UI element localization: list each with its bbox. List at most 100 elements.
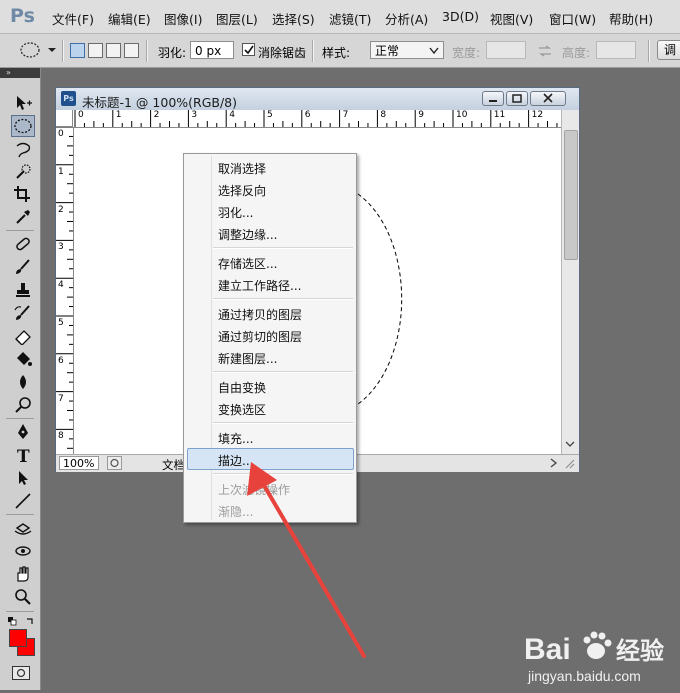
elliptical-marquee-tool-icon[interactable] [11, 115, 35, 137]
style-label: 样式: [322, 46, 351, 60]
vertical-scroll-thumb[interactable] [564, 130, 578, 260]
ruler-origin[interactable] [56, 110, 73, 127]
menu-view[interactable]: 视图(V) [490, 9, 533, 28]
pen-tool-icon[interactable] [11, 421, 35, 443]
menu-layer[interactable]: 图层(L) [216, 9, 258, 28]
blur-tool-icon[interactable] [11, 371, 35, 393]
eraser-tool-icon[interactable] [11, 325, 35, 347]
menu-item-feather[interactable]: 羽化... [218, 204, 253, 221]
menu-item-fade: 渐隐... [218, 505, 254, 519]
spot-healing-brush-tool-icon[interactable] [11, 233, 35, 255]
move-tool-icon[interactable] [11, 92, 35, 114]
menu-item-fill[interactable]: 填充... [218, 430, 253, 447]
antialias-label: 消除锯齿 [258, 46, 307, 60]
ruler-label: 8 [58, 431, 64, 442]
3d-orbit-tool-icon[interactable] [11, 540, 35, 562]
lasso-tool-icon[interactable] [11, 139, 35, 161]
height-field[interactable] [596, 41, 636, 59]
maximize-icon [512, 94, 522, 103]
close-button[interactable] [530, 91, 566, 106]
3d-rotate-tool-icon[interactable] [11, 517, 35, 539]
ruler-label: 2 [58, 204, 64, 215]
add-selection-mode-button[interactable] [88, 43, 103, 58]
foreground-color-swatch[interactable] [9, 629, 27, 647]
new-selection-mode-button[interactable] [70, 43, 85, 58]
scroll-right-arrow-icon[interactable] [549, 457, 559, 469]
menu-item-make-work-path[interactable]: 建立工作路径... [218, 277, 301, 294]
menu-image[interactable]: 图像(I) [164, 9, 202, 28]
svg-text:jingyan.baidu.com: jingyan.baidu.com [527, 668, 641, 684]
document-info-label: 文档 [162, 458, 185, 472]
status-menu-icon[interactable] [107, 456, 122, 470]
clone-stamp-tool-icon[interactable] [11, 279, 35, 301]
ruler-label: 3 [191, 110, 198, 120]
refine-edge-button[interactable]: 调 [657, 40, 680, 60]
swap-colors-icon[interactable] [26, 615, 35, 624]
menu-edit[interactable]: 编辑(E) [108, 9, 151, 28]
scroll-down-arrow-icon[interactable] [564, 440, 576, 450]
tool-preset-picker[interactable] [14, 40, 60, 63]
quick-mask-icon[interactable] [12, 666, 30, 680]
menu-item-stroke[interactable]: 描边... [218, 452, 253, 469]
subtract-selection-mode-button[interactable] [106, 43, 121, 58]
ruler-label: 10 [456, 110, 468, 120]
brush-tool-icon[interactable] [11, 256, 35, 278]
ruler-label: 2 [153, 110, 160, 120]
menu-item-layer-via-copy[interactable]: 通过拷贝的图层 [218, 306, 302, 323]
menu-item-deselect[interactable]: 取消选择 [218, 160, 266, 177]
ruler-label: 12 [531, 110, 544, 120]
document-titlebar[interactable]: Ps 未标题-1 @ 100%(RGB/8) [56, 88, 579, 110]
ruler-label: 4 [58, 280, 64, 291]
menu-item-select-inverse[interactable]: 选择反向 [218, 182, 266, 199]
menu-help[interactable]: 帮助(H) [609, 9, 653, 28]
maximize-button[interactable] [506, 91, 528, 106]
quick-selection-tool-icon[interactable] [11, 161, 35, 183]
menu-item-transform-selection[interactable]: 变换选区 [218, 401, 266, 418]
resize-grip-icon[interactable] [564, 458, 576, 470]
style-select[interactable]: 正常 [370, 41, 444, 59]
toolbox-header[interactable]: » [0, 68, 40, 78]
menu-filter[interactable]: 滤镜(T) [329, 9, 371, 28]
baidu-jingyan-watermark: Bai 经验 jingyan.baidu.com [520, 615, 680, 690]
minimize-button[interactable] [482, 91, 504, 106]
ruler-label: 6 [58, 355, 64, 366]
minimize-icon [489, 100, 497, 102]
menu-3d[interactable]: 3D(D) [442, 9, 479, 24]
zoom-level-field[interactable]: 100% [59, 456, 99, 470]
menu-item-refine-edge[interactable]: 调整边缘... [218, 226, 277, 243]
intersect-selection-mode-button[interactable] [124, 43, 139, 58]
antialias-checkbox[interactable] [242, 43, 255, 56]
chevron-down-icon [429, 47, 439, 55]
ruler-label: 8 [380, 110, 387, 120]
ruler-label: 5 [267, 110, 273, 120]
type-tool-icon[interactable]: T [11, 444, 35, 466]
horizontal-ruler[interactable]: 0 1 2 3 4 5 6 7 8 9 10 11 12 [73, 110, 561, 128]
line-tool-icon[interactable] [11, 490, 35, 512]
menu-window[interactable]: 窗口(W) [549, 9, 596, 28]
menu-item-new-layer[interactable]: 新建图层... [218, 350, 277, 367]
horizontal-scrollbar[interactable] [356, 457, 556, 469]
hand-tool-icon[interactable] [11, 563, 35, 585]
vertical-ruler[interactable]: 0 1 2 3 4 5 6 7 8 [56, 127, 74, 454]
svg-text:Bai: Bai [524, 633, 571, 666]
menu-item-last-filter: 上次滤镜操作 [218, 483, 291, 497]
menu-item-save-selection[interactable]: 存储选区... [218, 255, 277, 272]
paint-bucket-tool-icon[interactable] [11, 348, 35, 370]
path-selection-tool-icon[interactable] [11, 467, 35, 489]
default-colors-icon[interactable] [8, 615, 17, 626]
swap-icon[interactable] [538, 45, 552, 57]
zoom-tool-icon[interactable] [11, 586, 35, 608]
menu-analysis[interactable]: 分析(A) [385, 9, 428, 28]
dodge-tool-icon[interactable] [11, 394, 35, 416]
feather-field[interactable]: 0 px [190, 41, 234, 59]
width-field[interactable] [486, 41, 526, 59]
menu-select[interactable]: 选择(S) [272, 9, 315, 28]
document-title: 未标题-1 @ 100%(RGB/8) [82, 95, 238, 110]
menu-item-layer-via-cut[interactable]: 通过剪切的图层 [218, 328, 302, 345]
crop-tool-icon[interactable] [11, 183, 35, 205]
menu-file[interactable]: 文件(F) [52, 9, 94, 28]
eyedropper-tool-icon[interactable] [11, 206, 35, 228]
vertical-scrollbar[interactable] [561, 110, 579, 454]
menu-item-free-transform[interactable]: 自由变换 [218, 379, 266, 396]
history-brush-tool-icon[interactable] [11, 302, 35, 324]
